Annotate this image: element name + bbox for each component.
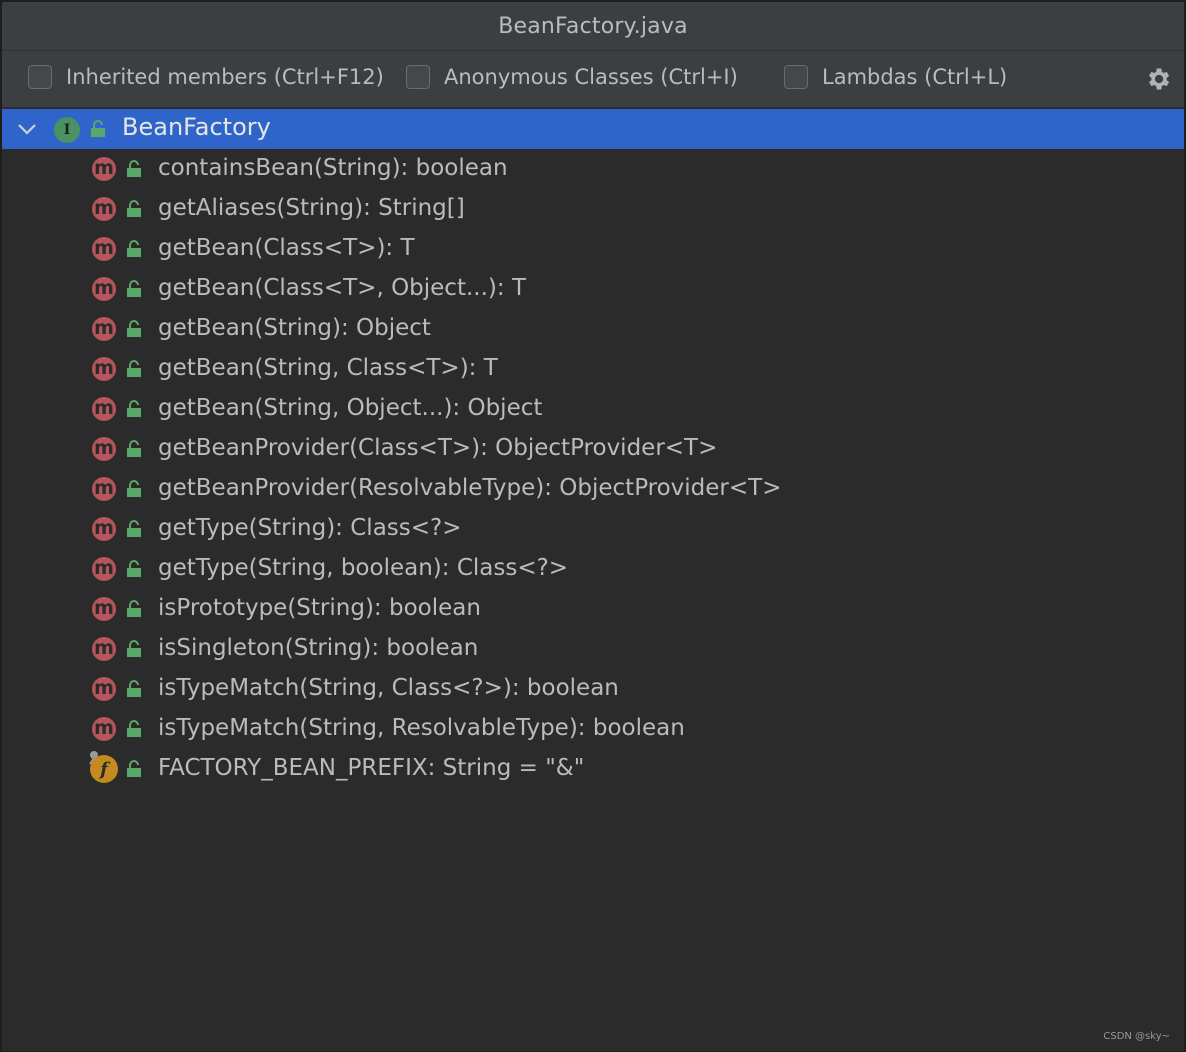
member-label: containsBean(String): boolean [158, 155, 508, 181]
tree-method-item[interactable]: m isPrototype(String): boolean [2, 589, 1184, 629]
public-lock-icon [127, 440, 141, 457]
lambdas-label: Lambdas (Ctrl+L) [822, 65, 1008, 89]
tree-method-item[interactable]: m getAliases(String): String[] [2, 189, 1184, 229]
tree-method-item[interactable]: m containsBean(String): boolean [2, 149, 1184, 189]
method-icon: m [90, 675, 118, 703]
public-lock-icon [127, 480, 141, 497]
tree-method-item[interactable]: m isTypeMatch(String, Class<?>): boolean [2, 669, 1184, 709]
member-label: getBean(String, Object...): Object [158, 395, 543, 421]
public-lock-icon [127, 720, 141, 737]
tree-method-item[interactable]: m getType(String): Class<?> [2, 509, 1184, 549]
tree-method-item[interactable]: m getBean(String): Object [2, 309, 1184, 349]
public-lock-icon [127, 760, 141, 777]
method-icon: m [90, 435, 118, 463]
anonymous-classes-label: Anonymous Classes (Ctrl+I) [444, 65, 738, 89]
public-lock-icon [127, 600, 141, 617]
method-icon: m [90, 595, 118, 623]
member-label: getBean(String): Object [158, 315, 431, 341]
member-label: isPrototype(String): boolean [158, 595, 481, 621]
tree-method-item[interactable]: m getBeanProvider(Class<T>): ObjectProvid… [2, 429, 1184, 469]
public-lock-icon [127, 360, 141, 377]
tree-method-item[interactable]: m getBean(Class<T>, Object...): T [2, 269, 1184, 309]
member-label: getBeanProvider(ResolvableType): ObjectP… [158, 475, 782, 501]
lambdas-checkbox[interactable] [784, 65, 808, 89]
member-label: getBean(Class<T>): T [158, 235, 415, 261]
tree-method-item[interactable]: m isSingleton(String): boolean [2, 629, 1184, 669]
method-icon: m [90, 635, 118, 663]
public-lock-icon [127, 200, 141, 217]
title-bar: BeanFactory.java [2, 2, 1184, 51]
member-label: getBean(Class<T>, Object...): T [158, 275, 526, 301]
window-title: BeanFactory.java [498, 13, 688, 39]
member-label: getBean(String, Class<T>): T [158, 355, 498, 381]
member-label: getType(String, boolean): Class<?> [158, 555, 569, 581]
public-lock-icon [127, 320, 141, 337]
member-label: getAliases(String): String[] [158, 195, 465, 221]
method-icon: m [90, 515, 118, 543]
member-label: isTypeMatch(String, Class<?>): boolean [158, 675, 619, 701]
structure-window: BeanFactory.java Inherited members (Ctrl… [0, 0, 1186, 1052]
method-icon: m [90, 195, 118, 223]
public-lock-icon [127, 680, 141, 697]
tree-field-item[interactable]: f FACTORY_BEAN_PREFIX: String = "&" [2, 749, 1184, 789]
public-lock-icon [127, 160, 141, 177]
anonymous-classes-checkbox[interactable] [406, 65, 430, 89]
watermark: CSDN @sky~ [1103, 1031, 1170, 1042]
public-lock-icon [127, 640, 141, 657]
field-icon: f [90, 755, 118, 783]
inherited-members-label: Inherited members (Ctrl+F12) [66, 65, 384, 89]
tree-root-beanfactory[interactable]: I BeanFactory [2, 109, 1184, 149]
inherited-members-option[interactable]: Inherited members (Ctrl+F12) [28, 65, 384, 89]
method-icon: m [90, 155, 118, 183]
anonymous-classes-option[interactable]: Anonymous Classes (Ctrl+I) [406, 65, 738, 89]
method-icon: m [90, 355, 118, 383]
public-lock-icon [91, 120, 105, 137]
chevron-down-icon[interactable] [16, 119, 38, 139]
tree-method-item[interactable]: m getType(String, boolean): Class<?> [2, 549, 1184, 589]
method-icon: m [90, 275, 118, 303]
tree-method-item[interactable]: m getBean(Class<T>): T [2, 229, 1184, 269]
root-label: BeanFactory [122, 113, 271, 141]
interface-icon: I [54, 117, 80, 143]
member-label: isTypeMatch(String, ResolvableType): boo… [158, 715, 685, 741]
tree-method-item[interactable]: m getBeanProvider(ResolvableType): Object… [2, 469, 1184, 509]
method-icon: m [90, 475, 118, 503]
method-icon: m [90, 395, 118, 423]
public-lock-icon [127, 520, 141, 537]
structure-tree: I BeanFactory m containsBean(String): boo… [2, 109, 1184, 1051]
lambdas-option[interactable]: Lambdas (Ctrl+L) [784, 65, 1007, 89]
inherited-members-checkbox[interactable] [28, 65, 52, 89]
public-lock-icon [127, 240, 141, 257]
member-label: isSingleton(String): boolean [158, 635, 479, 661]
tree-method-item[interactable]: m getBean(String, Object...): Object [2, 389, 1184, 429]
member-label: getType(String): Class<?> [158, 515, 462, 541]
method-icon: m [90, 715, 118, 743]
public-lock-icon [127, 560, 141, 577]
structure-toolbar: Inherited members (Ctrl+F12) Anonymous C… [2, 51, 1184, 109]
member-label: getBeanProvider(Class<T>): ObjectProvide… [158, 435, 718, 461]
method-icon: m [90, 555, 118, 583]
tree-method-item[interactable]: m getBean(String, Class<T>): T [2, 349, 1184, 389]
method-icon: m [90, 315, 118, 343]
public-lock-icon [127, 280, 141, 297]
tree-method-item[interactable]: m isTypeMatch(String, ResolvableType): bo… [2, 709, 1184, 749]
method-icon: m [90, 235, 118, 263]
public-lock-icon [127, 400, 141, 417]
gear-icon[interactable] [1144, 65, 1172, 93]
member-label: FACTORY_BEAN_PREFIX: String = "&" [158, 755, 585, 781]
